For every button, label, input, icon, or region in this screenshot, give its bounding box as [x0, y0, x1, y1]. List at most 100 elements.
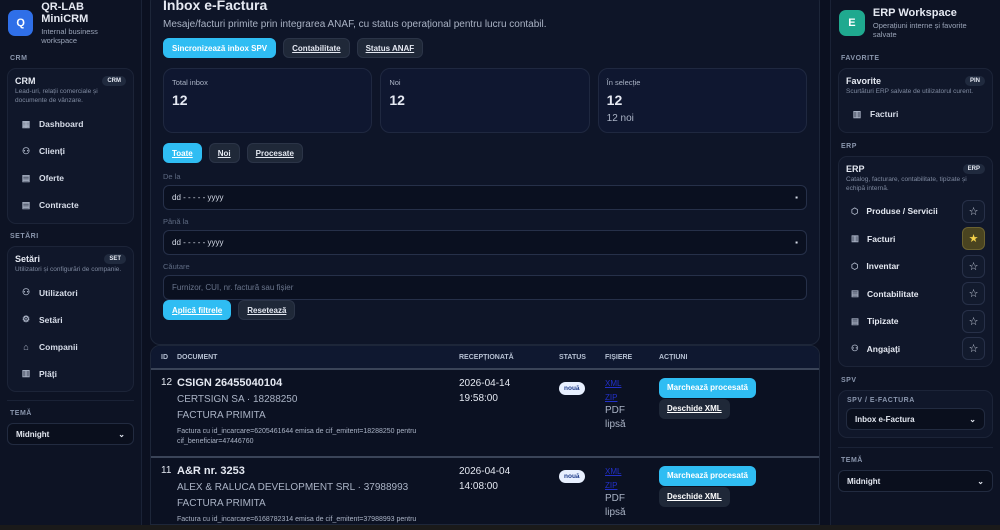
star-icon[interactable]: ☆: [962, 254, 985, 278]
to-date-value: dd - - - - - yyyy: [172, 238, 224, 247]
status-badge: nouă: [559, 470, 585, 483]
sidebar-item-contracte[interactable]: ▤ Contracte: [15, 192, 126, 219]
chevron-down-icon: ⌄: [118, 429, 125, 439]
erp-item-produse-servicii[interactable]: ⬡ Produse / Servicii ☆: [846, 197, 985, 225]
erp-item-angajat-i[interactable]: ⚇ Angajați ☆: [846, 335, 985, 363]
gear-icon: ⚙: [21, 314, 31, 325]
row-id: 11: [161, 465, 172, 476]
open-xml-button[interactable]: Deschide XML: [659, 487, 730, 507]
chevron-down-icon: ⌄: [977, 476, 984, 486]
brand-title: QR-LAB MiniCRM: [41, 1, 89, 25]
search-input[interactable]: Furnizor, CUI, nr. factură sau fișier: [163, 275, 807, 300]
theme-select[interactable]: Midnight ⌄: [838, 470, 993, 493]
favorites-desc: Scurtături ERP salvate de utilizatorul c…: [846, 88, 974, 95]
module-icon: ▥: [851, 233, 860, 244]
to-date-input[interactable]: dd - - - - - yyyy ▪: [163, 230, 807, 255]
col-id: ID: [161, 353, 168, 361]
stat-label: Total inbox: [172, 78, 208, 87]
pdf-missing: PDF lipsă: [605, 493, 626, 519]
reset-button[interactable]: Resetează: [238, 300, 296, 320]
calendar-icon[interactable]: ▪: [795, 238, 798, 247]
erp-item-label: Facturi: [867, 233, 896, 244]
brand-logo: Q: [8, 10, 34, 36]
sidebar-item-oferte[interactable]: ▤ Oferte: [15, 165, 126, 192]
anaf-status-button[interactable]: Status ANAF: [356, 38, 424, 58]
brand: Q QR-LAB MiniCRM Internal business worksp…: [0, 0, 141, 46]
doc-description: Factura cu id_incarcare=6205461644 emisa…: [177, 428, 417, 446]
theme-value: Midnight: [16, 429, 50, 439]
erp-group: ERP ERP Catalog, facturare, contabilitate…: [838, 155, 993, 368]
document-icon: ▤: [21, 172, 31, 183]
sidebar-item-dashboard[interactable]: ▦ Dashboard: [15, 111, 126, 138]
sidebar-item-pla-t-i[interactable]: ▥ Plăți: [15, 360, 126, 387]
doc-type: FACTURA PRIMITA: [177, 498, 266, 509]
star-icon[interactable]: ☆: [962, 309, 985, 333]
chevron-down-icon: ⌄: [969, 414, 976, 424]
zip-link[interactable]: ZIP: [605, 479, 659, 493]
erp-brand: E ERP Workspace Operațiuni interne și fav…: [831, 0, 1000, 46]
stat-value: 12: [172, 92, 188, 108]
erp-item-tipizate[interactable]: ▤ Tipizate ☆: [846, 307, 985, 335]
module-icon: ▤: [851, 288, 860, 299]
module-icon: ⬡: [851, 260, 859, 271]
erp-item-facturi[interactable]: ▥ Facturi ★: [846, 225, 985, 253]
from-date-input[interactable]: dd - - - - - yyyy ▪: [163, 185, 807, 210]
stat-value: 12: [606, 92, 623, 108]
theme-label: TEMĂ: [841, 457, 863, 465]
mark-processed-button[interactable]: Marchează procesată: [659, 378, 756, 398]
stat-label: Noi: [389, 78, 401, 87]
apply-filters-button[interactable]: Aplică filtrele: [163, 300, 232, 320]
star-icon[interactable]: ☆: [962, 337, 985, 361]
star-icon[interactable]: ☆: [962, 282, 985, 306]
user-icon: ⚇: [21, 145, 31, 156]
filter-new-tab[interactable]: Noi: [208, 143, 240, 163]
calendar-icon[interactable]: ▪: [795, 193, 798, 202]
erp-badge: ERP: [962, 163, 985, 174]
xml-link[interactable]: XML: [605, 377, 659, 391]
mark-processed-button[interactable]: Marchează procesată: [659, 466, 756, 486]
received-date: 2026-04-04: [459, 466, 511, 477]
favorites-group: Favorite PIN Scurtături ERP salvate de ut…: [838, 68, 993, 133]
open-xml-button[interactable]: Deschide XML: [659, 399, 730, 419]
sidebar-item-client-i[interactable]: ⚇ Clienți: [15, 138, 126, 165]
star-icon[interactable]: ☆: [962, 199, 985, 223]
page-title: Inbox e-Factura: [163, 0, 268, 13]
search-label: Căutare: [163, 262, 190, 271]
spv-select[interactable]: Inbox e-Factura ⌄: [846, 408, 985, 431]
favorites-section-label: FAVORITE: [841, 55, 880, 62]
nav-group-crm: CRM CRM Lead-uri, relații comerciale și d…: [7, 68, 134, 224]
favorite-item-facturi[interactable]: ▥ Facturi: [846, 101, 985, 128]
erp-title: ERP Workspace: [872, 7, 957, 19]
received-date: 2026-04-14: [459, 378, 511, 389]
inbox-table: ID DOCUMENT RECEPȚIONATĂ STATUS FIȘIERE …: [150, 345, 820, 525]
filter-all-tab[interactable]: Toate: [163, 143, 202, 163]
stat-label: În selecție: [606, 78, 641, 87]
sync-spv-button[interactable]: Sincronizează inbox SPV: [163, 38, 277, 58]
erp-item-contabilitate[interactable]: ▤ Contabilitate ☆: [846, 280, 985, 308]
sidebar-item-seta-ri[interactable]: ⚙ Setări: [15, 306, 126, 333]
col-document: DOCUMENT: [177, 353, 218, 361]
filter-processed-tab[interactable]: Procesate: [246, 143, 303, 163]
col-actions: ACȚIUNI: [659, 353, 688, 361]
stat-new: Noi 12: [380, 68, 590, 133]
group-title: CRM: [15, 76, 36, 86]
erp-item-inventar[interactable]: ⬡ Inventar ☆: [846, 252, 985, 280]
accounting-button[interactable]: Contabilitate: [283, 38, 350, 58]
receipt-icon: ▥: [852, 108, 862, 119]
sidebar-item-label: Utilizatori: [39, 287, 78, 298]
building-icon: ⌂: [23, 341, 29, 352]
sidebar-item-label: Plăți: [39, 368, 57, 379]
col-status: STATUS: [559, 353, 586, 361]
xml-link[interactable]: XML: [605, 465, 659, 479]
received-time: 19:58:00: [459, 392, 498, 404]
group-badge: SET: [104, 253, 126, 264]
theme-select[interactable]: Midnight ⌄: [7, 423, 134, 446]
erp-item-label: Tipizate: [867, 316, 899, 327]
sidebar-item-companii[interactable]: ⌂ Companii: [15, 333, 126, 360]
module-icon: ⬡: [851, 205, 859, 216]
zip-link[interactable]: ZIP: [605, 391, 659, 405]
sidebar-item-label: Contracte: [39, 200, 79, 211]
doc-supplier: CERTSIGN SA · 18288250: [177, 394, 298, 405]
sidebar-item-utilizatori[interactable]: ⚇ Utilizatori: [15, 279, 126, 306]
star-icon[interactable]: ★: [962, 227, 985, 251]
